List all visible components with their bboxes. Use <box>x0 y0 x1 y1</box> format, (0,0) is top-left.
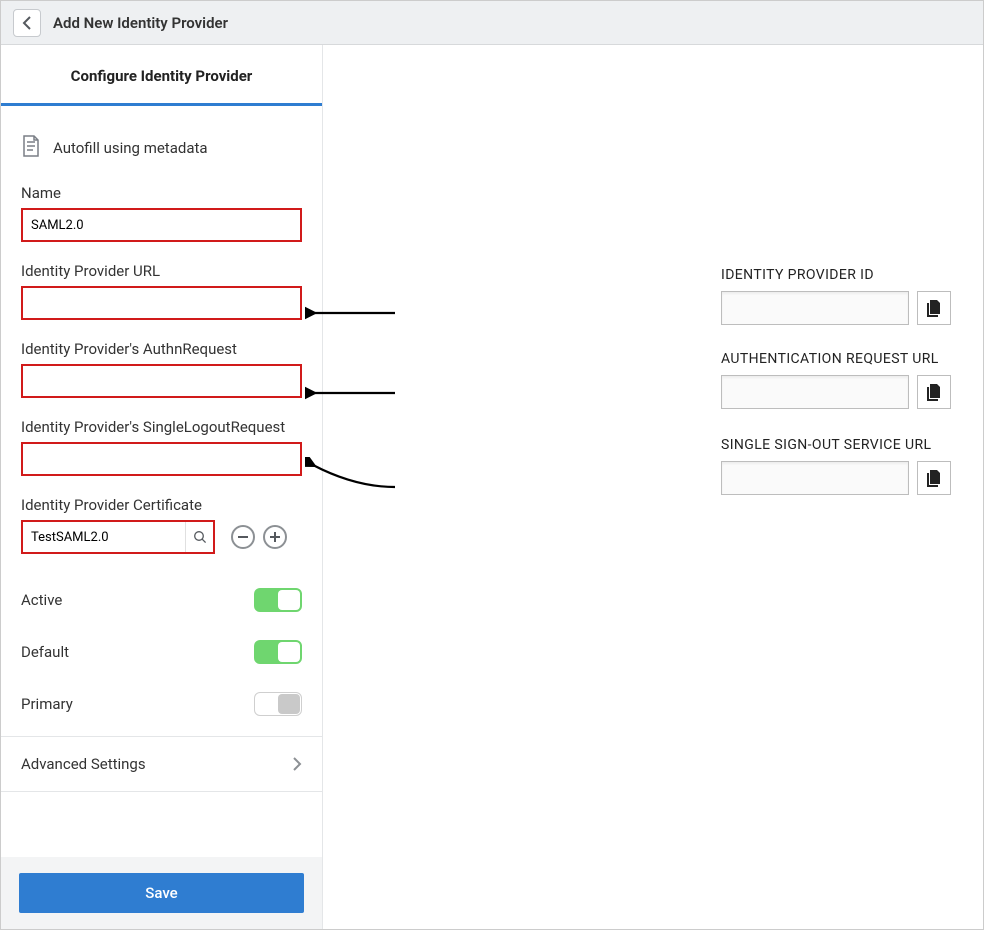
source-id-copy[interactable] <box>917 291 951 325</box>
source-sso-copy[interactable] <box>917 461 951 495</box>
primary-label: Primary <box>21 695 73 713</box>
active-toggle[interactable] <box>254 588 302 612</box>
autofill-label: Autofill using metadata <box>53 139 208 157</box>
copy-icon <box>926 469 942 487</box>
titlebar: Add New Identity Provider <box>1 1 983 45</box>
cert-input[interactable] <box>23 522 185 552</box>
source-authn-copy[interactable] <box>917 375 951 409</box>
back-button[interactable] <box>13 9 41 37</box>
source-sso-label: SINGLE SIGN-OUT SERVICE URL <box>721 437 951 453</box>
cert-label: Identity Provider Certificate <box>21 496 302 514</box>
source-authn-label: AUTHENTICATION REQUEST URL <box>721 351 951 367</box>
chevron-right-icon <box>292 756 302 772</box>
tab-configure[interactable]: Configure Identity Provider <box>1 45 322 106</box>
search-icon <box>193 530 207 544</box>
copy-icon <box>926 383 942 401</box>
name-input[interactable] <box>21 208 302 242</box>
chevron-left-icon <box>22 16 32 30</box>
active-label: Active <box>21 591 62 609</box>
source-id-input[interactable] <box>721 291 909 325</box>
autofill-row[interactable]: Autofill using metadata <box>1 106 322 184</box>
minus-icon <box>237 531 249 543</box>
plus-icon <box>269 531 281 543</box>
authn-input[interactable] <box>21 364 302 398</box>
cert-remove-button[interactable] <box>231 525 255 549</box>
authn-label: Identity Provider's AuthnRequest <box>21 340 302 358</box>
save-button[interactable]: Save <box>19 873 304 913</box>
source-sso-input[interactable] <box>721 461 909 495</box>
slo-label: Identity Provider's SingleLogoutRequest <box>21 418 302 436</box>
cert-add-button[interactable] <box>263 525 287 549</box>
primary-toggle[interactable] <box>254 692 302 716</box>
advanced-settings-row[interactable]: Advanced Settings <box>1 736 322 792</box>
source-id-label: IDENTITY PROVIDER ID <box>721 267 951 283</box>
advanced-label: Advanced Settings <box>21 755 146 773</box>
document-icon <box>21 134 43 162</box>
name-label: Name <box>21 184 302 202</box>
url-label: Identity Provider URL <box>21 262 302 280</box>
panel-footer: Save <box>1 857 322 929</box>
url-input[interactable] <box>21 286 302 320</box>
copy-icon <box>926 299 942 317</box>
cert-search-button[interactable] <box>185 522 213 552</box>
default-label: Default <box>21 643 69 661</box>
source-panel: IDENTITY PROVIDER ID AUTHENTICATION REQU… <box>323 45 983 929</box>
default-toggle[interactable] <box>254 640 302 664</box>
page-title: Add New Identity Provider <box>53 14 228 32</box>
config-panel: Configure Identity Provider Autofill usi… <box>1 45 323 929</box>
slo-input[interactable] <box>21 442 302 476</box>
source-authn-input[interactable] <box>721 375 909 409</box>
